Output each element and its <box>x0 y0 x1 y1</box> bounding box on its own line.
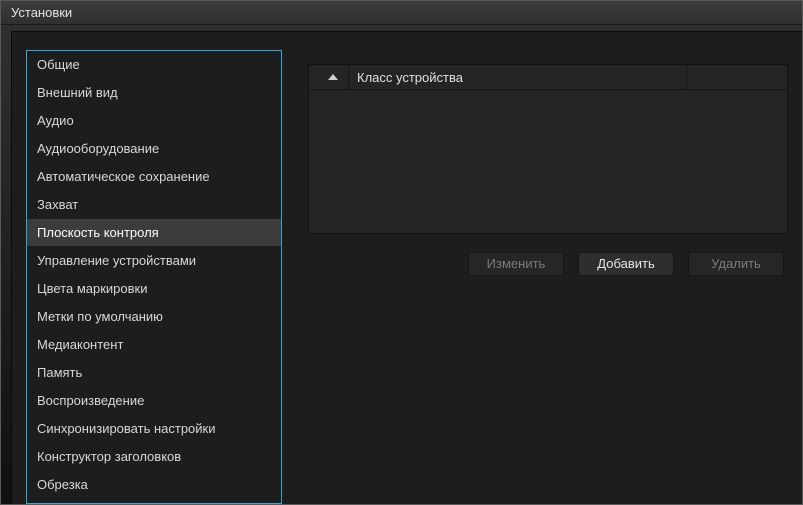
sidebar-item-label: Цвета маркировки <box>37 281 148 296</box>
column-device-class-label: Класс устройства <box>357 70 463 85</box>
table-header: Класс устройства <box>309 65 787 89</box>
body-area: Общие Внешний вид Аудио Аудиооборудование Ав… <box>11 31 802 504</box>
sidebar-item[interactable]: Управление устройствами <box>27 247 281 275</box>
sidebar-item-label: Автоматическое сохранение <box>37 169 210 184</box>
sidebar-item[interactable]: Конструктор заголовков <box>27 443 281 471</box>
column-device-class[interactable]: Класс устройства <box>349 65 687 89</box>
titlebar: Установки <box>1 1 802 25</box>
sidebar-item-label: Захват <box>37 197 78 212</box>
button-row: Изменить Добавить Удалить <box>308 252 788 276</box>
sidebar-item-label: Метки по умолчанию <box>37 309 163 324</box>
settings-window: Установки Общие Внешний вид Аудио Аудиообор… <box>0 0 803 505</box>
sidebar-item-label: Плоскость контроля <box>37 225 159 240</box>
sidebar-item-label: Управление устройствами <box>37 253 196 268</box>
sidebar-item-label: Медиаконтент <box>37 337 123 352</box>
sidebar-item[interactable]: Аудиооборудование <box>27 135 281 163</box>
window-title: Установки <box>11 5 72 20</box>
sidebar-item[interactable]: Синхронизировать настройки <box>27 415 281 443</box>
settings-sidebar[interactable]: Общие Внешний вид Аудио Аудиооборудование Ав… <box>26 50 282 504</box>
sort-asc-icon <box>328 74 338 80</box>
delete-button[interactable]: Удалить <box>688 252 784 276</box>
edit-button[interactable]: Изменить <box>468 252 564 276</box>
sidebar-item-label: Обрезка <box>37 477 88 492</box>
column-spacer <box>687 65 787 89</box>
sidebar-item[interactable]: Метки по умолчанию <box>27 303 281 331</box>
content-panel: Класс устройства Изменить Добавить Удали… <box>308 50 788 504</box>
sidebar-item[interactable]: Захват <box>27 191 281 219</box>
sidebar-item[interactable]: Цвета маркировки <box>27 275 281 303</box>
sidebar-item[interactable]: Обрезка <box>27 471 281 499</box>
left-strip <box>1 31 11 504</box>
sidebar-item-label: Аудио <box>37 113 74 128</box>
sidebar-item[interactable]: Аудио <box>27 107 281 135</box>
sidebar-item-label: Аудиооборудование <box>37 141 159 156</box>
sidebar-item-label: Воспроизведение <box>37 393 144 408</box>
sidebar-item-label: Внешний вид <box>37 85 118 100</box>
device-table: Класс устройства <box>308 64 788 234</box>
sidebar-item-label: Общие <box>37 57 80 72</box>
sidebar-item-label: Память <box>37 365 82 380</box>
add-button[interactable]: Добавить <box>578 252 674 276</box>
sidebar-item[interactable]: Внешний вид <box>27 79 281 107</box>
sidebar-item[interactable]: Воспроизведение <box>27 387 281 415</box>
sidebar-item[interactable]: Автоматическое сохранение <box>27 163 281 191</box>
sidebar-item[interactable]: Медиаконтент <box>27 331 281 359</box>
column-sort[interactable] <box>309 65 349 89</box>
sidebar-item-label: Конструктор заголовков <box>37 449 181 464</box>
sidebar-item[interactable]: Память <box>27 359 281 387</box>
sidebar-item[interactable]: Плоскость контроля <box>27 219 281 247</box>
sidebar-item-label: Синхронизировать настройки <box>37 421 216 436</box>
sidebar-item[interactable]: Общие <box>27 51 281 79</box>
table-body[interactable] <box>309 89 787 233</box>
